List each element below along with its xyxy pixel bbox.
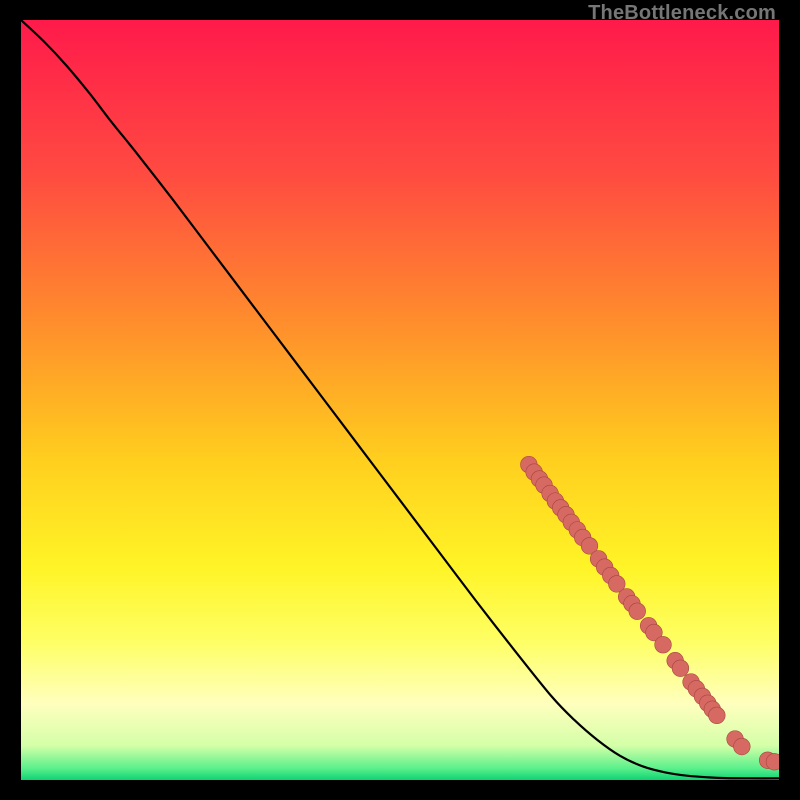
data-point — [629, 603, 646, 620]
data-point — [672, 660, 689, 677]
data-point — [734, 738, 751, 755]
watermark-text: TheBottleneck.com — [588, 2, 776, 25]
data-point — [709, 707, 726, 724]
chart-stage: TheBottleneck.com — [0, 0, 800, 800]
gradient-background — [21, 20, 779, 780]
bottleneck-chart — [21, 20, 779, 780]
data-point — [655, 636, 672, 653]
